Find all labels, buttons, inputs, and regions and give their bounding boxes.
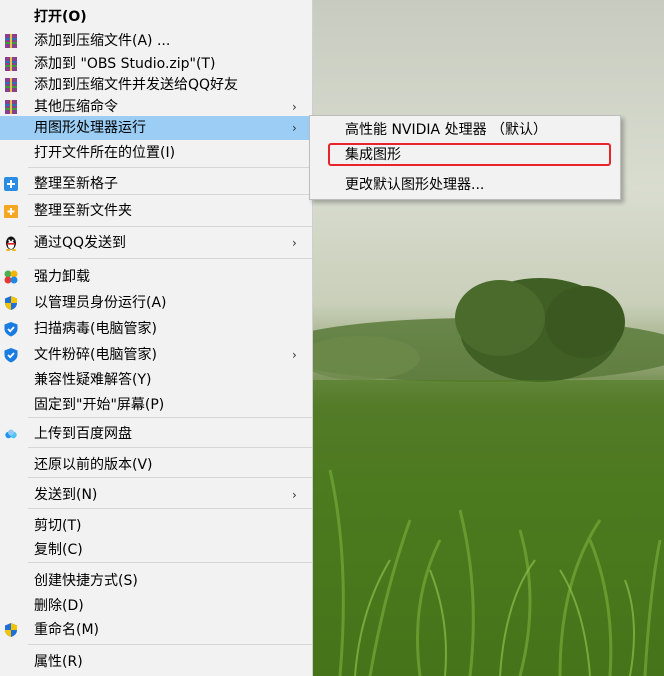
menu-item[interactable]: 上传到百度网盘 [0,422,312,446]
submenu-item-change-default-gpu[interactable]: 更改默认图形处理器... [310,173,620,197]
menu-item[interactable]: 扫描病毒(电脑管家) [0,317,312,341]
baidu-cloud-icon [3,426,19,442]
menu-separator [28,447,312,448]
qq-penguin-icon [3,235,19,251]
menu-item[interactable]: 打开文件所在的位置(I) [0,141,312,165]
menu-item-label: 兼容性疑难解答(Y) [34,372,152,388]
tencent-shield-icon [3,347,19,363]
menu-item-label: 强力卸载 [34,269,90,285]
menu-item-label: 删除(D) [34,598,84,614]
menu-item[interactable]: 属性(R) [0,650,312,674]
menu-item-label: 打开(O) [34,9,87,25]
menu-item-label: 打开文件所在的位置(I) [34,145,176,161]
menu-item-label: 重命名(M) [34,622,100,638]
archive-icon [3,99,19,115]
menu-item-label: 通过QQ发送到 [34,235,127,251]
archive-icon [3,33,19,49]
menu-separator [28,258,312,259]
menu-separator [28,477,312,478]
menu-item[interactable]: 复制(C) [0,538,312,562]
menu-separator [28,417,312,418]
menu-separator [28,644,312,645]
blue-plus-icon [3,176,19,192]
menu-item-label: 添加到压缩文件并发送给QQ好友 [34,77,239,93]
chevron-right-icon: › [292,488,297,502]
menu-item-label: 剪切(T) [34,518,82,534]
context-menu: 打开(O) 添加到压缩文件(A) ... 添加到 "OBS Studio.zip"(… [0,0,313,676]
menu-item[interactable]: 添加到压缩文件(A) ... [0,29,312,53]
menu-item[interactable]: 整理至新文件夹 [0,199,312,223]
menu-item-label: 复制(C) [34,542,83,558]
menu-item[interactable]: 添加到压缩文件并发送给QQ好友 [0,73,312,97]
menu-item-label: 还原以前的版本(V) [34,457,153,473]
annotation-highlight-box [328,143,611,166]
archive-icon [3,77,19,93]
menu-item-label: 整理至新文件夹 [34,203,132,219]
menu-item[interactable]: 文件粉碎(电脑管家) › [0,343,312,367]
menu-item[interactable]: 以管理员身份运行(A) [0,291,312,315]
submenu-item-nvidia[interactable]: 高性能 NVIDIA 处理器 （默认） [310,118,620,142]
menu-item-label: 整理至新格子 [34,176,118,192]
archive-icon [3,56,19,72]
tencent-shield-icon [3,321,19,337]
menu-item[interactable]: 用图形处理器运行 › [0,116,312,140]
menu-item-label: 扫描病毒(电脑管家) [34,321,157,337]
submenu-item-label: 高性能 NVIDIA 处理器 （默认） [345,122,548,138]
menu-item[interactable]: 强力卸载 [0,265,312,289]
chevron-right-icon: › [292,121,297,135]
clover-icon [3,269,19,285]
menu-item[interactable]: 通过QQ发送到 › [0,231,312,255]
menu-item[interactable]: 剪切(T) [0,514,312,538]
menu-separator [28,167,312,168]
chevron-right-icon: › [292,236,297,250]
menu-separator [28,194,312,195]
menu-item[interactable]: 整理至新格子 [0,172,312,196]
menu-item[interactable]: 兼容性疑难解答(Y) [0,368,312,392]
menu-item[interactable]: 还原以前的版本(V) [0,453,312,477]
menu-item[interactable]: 删除(D) [0,594,312,618]
menu-separator [28,226,312,227]
menu-item-label: 用图形处理器运行 [34,120,146,136]
menu-item[interactable]: 发送到(N) › [0,483,312,507]
menu-item-label: 固定到"开始"屏幕(P) [34,397,165,413]
menu-separator [28,562,312,563]
menu-item-label: 以管理员身份运行(A) [34,295,167,311]
uac-shield-icon [3,622,19,638]
menu-item-label: 文件粉碎(电脑管家) [34,347,157,363]
uac-shield-icon [3,295,19,311]
menu-item[interactable]: 固定到"开始"屏幕(P) [0,393,312,417]
chevron-right-icon: › [292,348,297,362]
menu-item[interactable]: 创建快捷方式(S) [0,569,312,593]
menu-item[interactable]: 重命名(M) [0,618,312,642]
menu-item-label: 上传到百度网盘 [34,426,132,442]
orange-folder-plus-icon [3,203,19,219]
menu-item-label: 创建快捷方式(S) [34,573,138,589]
submenu-item-label: 更改默认图形处理器... [345,177,485,193]
menu-item-label: 添加到压缩文件(A) ... [34,33,171,49]
menu-separator [28,508,312,509]
menu-item-label: 属性(R) [34,654,83,670]
menu-item[interactable]: 打开(O) [0,5,312,29]
menu-item-label: 发送到(N) [34,487,98,503]
